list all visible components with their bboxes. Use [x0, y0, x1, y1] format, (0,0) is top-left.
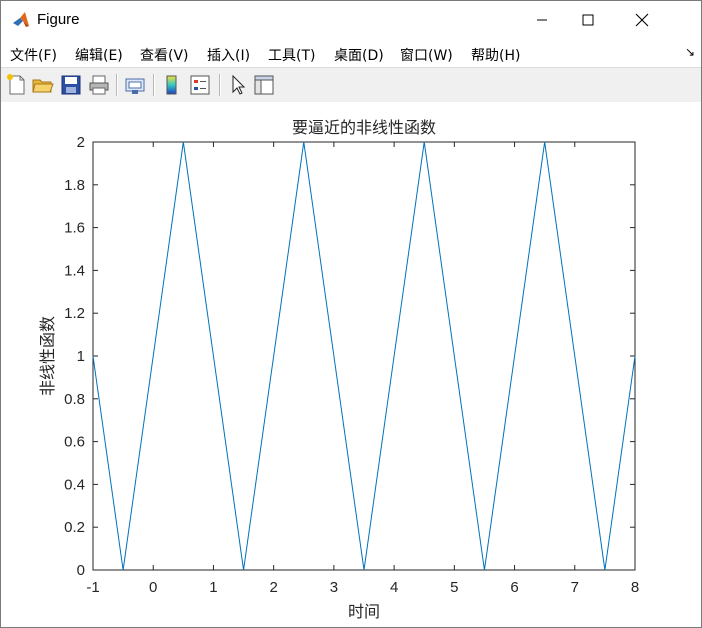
link-plot-icon[interactable] [123, 73, 147, 97]
window-title: Figure [37, 11, 80, 28]
menu-file[interactable]: 文件(F) [10, 45, 57, 65]
colorbar-icon[interactable] [160, 73, 184, 97]
dock-arrow-icon[interactable]: ↘ [685, 45, 695, 59]
toolbar-separator [219, 74, 221, 96]
y-tick-label: 0.6 [64, 434, 85, 451]
menu-help[interactable]: 帮助(H) [471, 45, 520, 65]
y-tick-label: 1.8 [64, 177, 85, 194]
legend-icon[interactable] [188, 73, 212, 97]
toolbar [1, 67, 701, 103]
y-tick-label: 1.6 [64, 220, 85, 237]
minimize-icon [537, 19, 547, 21]
x-tick-label: -1 [86, 579, 99, 596]
x-tick-label: 6 [510, 579, 518, 596]
x-tick-label: 7 [571, 579, 579, 596]
x-tick-label: 0 [149, 579, 157, 596]
maximize-icon [582, 14, 594, 26]
chart-title: 要逼近的非线性函数 [292, 118, 436, 137]
menu-insert[interactable]: 插入(I) [207, 45, 250, 65]
y-tick-label: 1.2 [64, 305, 85, 322]
minimize-button[interactable] [519, 1, 565, 39]
y-tick-label: 2 [77, 134, 85, 151]
save-icon[interactable] [59, 73, 83, 97]
menu-bar: 文件(F) 编辑(E) 查看(V) 插入(I) 工具(T) 桌面(D) 窗口(W… [1, 39, 701, 67]
open-file-icon[interactable] [31, 73, 55, 97]
toolbar-separator [153, 74, 155, 96]
pointer-icon[interactable] [226, 73, 250, 97]
x-tick-label: 2 [269, 579, 277, 596]
menu-tools[interactable]: 工具(T) [268, 45, 315, 65]
close-button[interactable] [619, 1, 665, 39]
property-inspector-icon[interactable] [252, 73, 276, 97]
matlab-logo-icon [11, 10, 31, 30]
x-tick-label: 8 [631, 579, 639, 596]
new-figure-icon[interactable] [5, 73, 29, 97]
title-bar[interactable]: Figure [1, 1, 701, 39]
axes-layer: -1 0 1 2 3 4 5 6 7 800.20.40.60.811.21.41.61.82要逼… [38, 118, 639, 621]
y-tick-label: 0.2 [64, 519, 85, 536]
menu-window[interactable]: 窗口(W) [400, 45, 453, 65]
x-tick-label: 3 [330, 579, 338, 596]
y-axis-label: 非线性函数 [38, 316, 57, 396]
y-tick-label: 0.4 [64, 476, 85, 493]
x-tick-label: 5 [450, 579, 458, 596]
y-tick-label: 1 [77, 348, 85, 365]
menu-view[interactable]: 查看(V) [140, 45, 189, 65]
toolbar-separator [116, 74, 118, 96]
x-tick-label: 1 [209, 579, 217, 596]
menu-desktop[interactable]: 桌面(D) [334, 45, 384, 65]
y-tick-label: 1.4 [64, 262, 85, 279]
x-axis-label: 时间 [348, 602, 380, 621]
menu-edit[interactable]: 编辑(E) [75, 45, 123, 65]
y-tick-label: 0 [77, 562, 85, 579]
plot-svg: -1 0 1 2 3 4 5 6 7 800.20.40.60.811.21.41.61.82要逼… [38, 118, 639, 621]
figure-canvas: -1 0 1 2 3 4 5 6 7 8 0 0.2 0.4 0.6 0.8 1 1.2 1.4 1.6 1.8 2 要逼… [1, 102, 701, 627]
maximize-button[interactable] [565, 1, 611, 39]
print-icon[interactable] [87, 73, 111, 97]
y-tick-label: 0.8 [64, 391, 85, 408]
close-icon [635, 13, 649, 27]
figure-window: Figure 文件(F) 编辑(E) 查看(V) 插入(I) 工具(T) 桌面(… [0, 0, 702, 628]
x-tick-label: 4 [390, 579, 398, 596]
